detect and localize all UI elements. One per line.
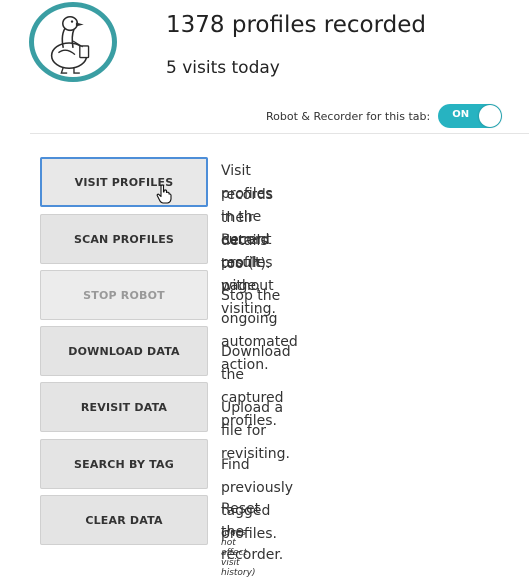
visit-profiles-button[interactable]: VISIT PROFILES xyxy=(40,157,208,207)
clear-data-note: (does not affect visit history) xyxy=(221,528,256,578)
profiles-recorded-count: 1378 profiles recorded xyxy=(166,12,427,38)
clear-data-button[interactable]: CLEAR DATA xyxy=(40,495,208,545)
visits-today-count: 5 visits today xyxy=(166,58,280,78)
stop-robot-button[interactable]: STOP ROBOT xyxy=(40,270,208,320)
toggle-knob xyxy=(479,105,502,127)
scan-profiles-button[interactable]: SCAN PROFILES xyxy=(40,214,208,264)
duck-logo-icon xyxy=(29,2,117,82)
toggle-label: Robot & Recorder for this tab: xyxy=(266,109,431,123)
toggle-state: ON xyxy=(452,109,470,120)
revisit-data-button[interactable]: REVISIT DATA xyxy=(40,382,208,432)
search-by-tag-button[interactable]: SEARCH BY TAG xyxy=(40,439,208,489)
robot-recorder-toggle[interactable]: ON xyxy=(438,104,503,128)
download-data-button[interactable]: DOWNLOAD DATA xyxy=(40,326,208,376)
header-divider xyxy=(30,133,529,134)
hand-pointer-icon xyxy=(156,184,172,204)
robot-recorder-toggle-row: Robot & Recorder for this tab: ON xyxy=(266,103,503,129)
